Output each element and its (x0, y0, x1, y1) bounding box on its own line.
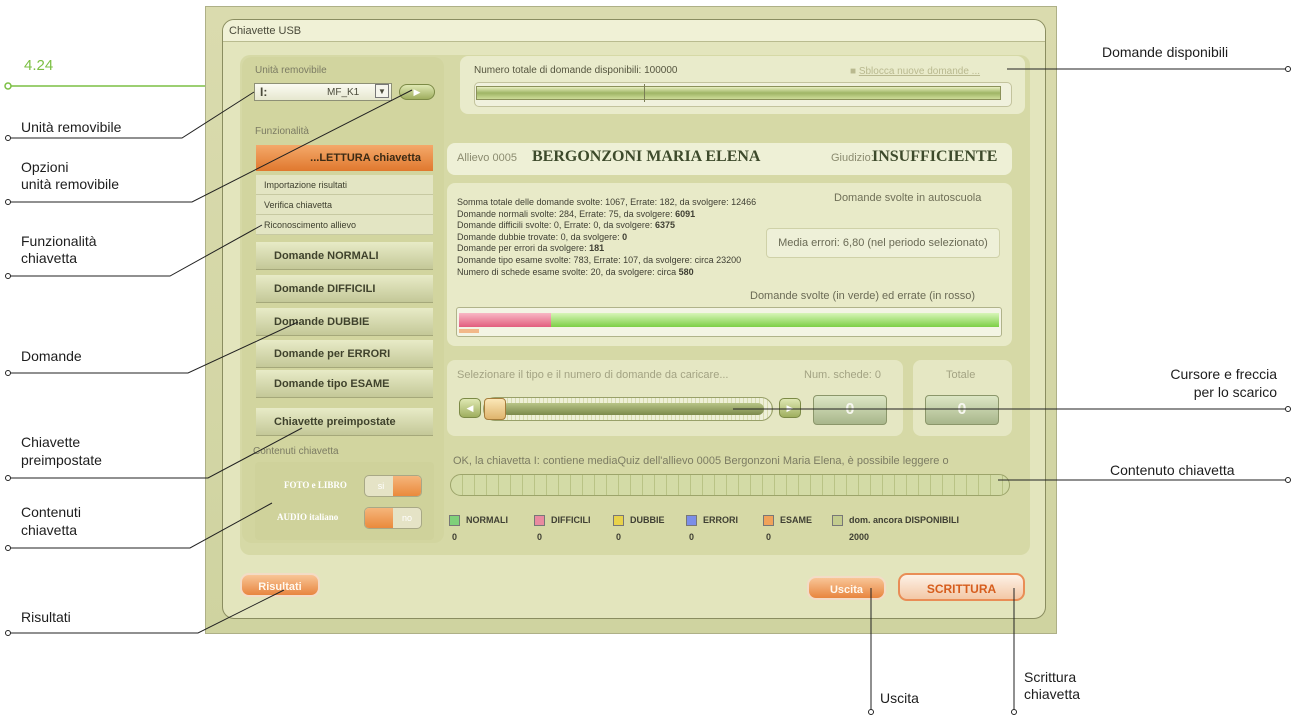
note-uscita: Uscita (880, 690, 919, 706)
note-opzioni-1: Opzioni (21, 159, 69, 175)
note-opzioni-2: unità removibile (21, 176, 120, 192)
note-domande: Domande (21, 348, 82, 364)
annotation-lines (4, 66, 1291, 715)
section-number: 4.24 (24, 57, 54, 74)
note-funz-1: Funzionalità (21, 233, 97, 249)
note-scrittura-2: chiavetta (1024, 686, 1081, 702)
note-funz-2: chiavetta (21, 250, 78, 266)
note-contenuti-1: Contenuti (21, 504, 81, 520)
note-unita: Unità removibile (21, 119, 122, 135)
note-cursore-1: Cursore e freccia (1170, 366, 1277, 382)
note-contenuto: Contenuto chiavetta (1110, 462, 1235, 478)
note-scrittura-1: Scrittura (1024, 669, 1077, 685)
note-preimp-2: preimpostate (21, 452, 102, 468)
note-cursore-2: per lo scarico (1193, 384, 1277, 400)
note-disponibili: Domande disponibili (1102, 44, 1229, 60)
note-preimp-1: Chiavette (21, 434, 81, 450)
note-contenuti-2: chiavetta (21, 522, 78, 538)
note-risultati: Risultati (21, 609, 71, 625)
